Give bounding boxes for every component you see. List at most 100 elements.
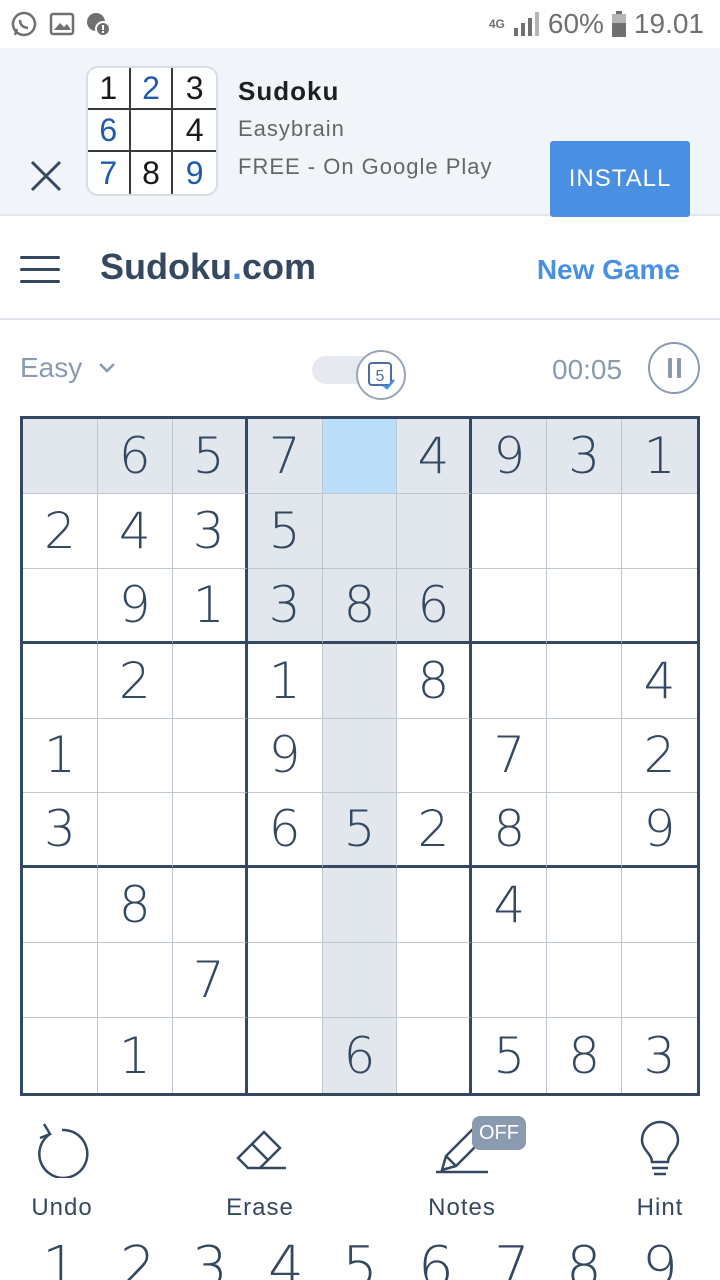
board-cell[interactable]: 7 (247, 419, 323, 494)
board-cell[interactable] (172, 868, 248, 944)
hamburger-menu-icon[interactable] (20, 256, 60, 284)
board-cell[interactable] (622, 569, 697, 644)
board-cell[interactable]: 8 (397, 643, 473, 719)
board-cell[interactable] (547, 868, 623, 944)
board-cell[interactable]: 5 (247, 493, 323, 569)
board-cell[interactable]: 4 (97, 493, 173, 569)
site-logo[interactable]: Sudoku.com (100, 246, 316, 288)
undo-button[interactable]: Undo (2, 1110, 122, 1230)
board-cell[interactable]: 2 (97, 643, 173, 719)
board-cell[interactable] (622, 943, 697, 1019)
board-cell[interactable]: 6 (322, 1018, 398, 1093)
board-cell[interactable]: 3 (622, 1018, 697, 1093)
board-cell[interactable]: 4 (472, 868, 548, 944)
board-cell[interactable]: 1 (23, 718, 98, 794)
board-cell[interactable] (23, 943, 98, 1019)
board-cell[interactable] (247, 868, 323, 944)
board-cell[interactable] (172, 718, 248, 794)
board-cell[interactable] (322, 868, 398, 944)
board-cell[interactable]: 3 (247, 568, 323, 644)
board-cell[interactable]: 8 (97, 868, 173, 944)
board-cell[interactable] (397, 868, 473, 944)
number-pad-key[interactable]: 3 (180, 1228, 240, 1280)
board-cell[interactable] (247, 943, 323, 1019)
number-pad-key[interactable]: 7 (482, 1228, 542, 1280)
board-cell[interactable] (472, 943, 548, 1019)
number-pad-key[interactable]: 5 (330, 1228, 390, 1280)
board-cell[interactable]: 9 (247, 718, 323, 794)
board-cell[interactable] (622, 494, 697, 569)
board-cell[interactable] (23, 1018, 98, 1093)
board-cell[interactable]: 1 (622, 419, 697, 494)
number-pad-key[interactable]: 6 (406, 1228, 466, 1280)
board-cell[interactable] (472, 493, 548, 569)
new-game-button[interactable]: New Game (537, 254, 680, 286)
board-cell[interactable] (23, 643, 98, 719)
board-cell[interactable] (547, 493, 623, 569)
board-cell[interactable] (172, 643, 248, 719)
board-cell[interactable]: 3 (547, 419, 623, 494)
board-cell[interactable] (622, 868, 697, 944)
board-cell[interactable]: 5 (472, 1018, 548, 1093)
board-cell[interactable]: 5 (172, 419, 248, 494)
board-cell[interactable]: 9 (97, 568, 173, 644)
board-cell[interactable] (547, 643, 623, 719)
board-cell[interactable] (397, 1018, 473, 1093)
board-cell[interactable]: 8 (547, 1018, 623, 1093)
board-cell[interactable]: 2 (397, 793, 473, 869)
board-cell[interactable]: 1 (172, 568, 248, 644)
board-cell[interactable] (397, 718, 473, 794)
pause-button[interactable] (648, 342, 700, 394)
board-cell[interactable] (248, 1018, 323, 1093)
board-cell[interactable] (97, 718, 173, 794)
number-pad-key[interactable]: 9 (630, 1228, 690, 1280)
board-cell[interactable]: 1 (98, 1018, 173, 1093)
board-cell[interactable] (397, 493, 473, 569)
board-cell[interactable]: 3 (23, 793, 98, 869)
install-button[interactable]: INSTALL (550, 141, 690, 217)
board-cell[interactable]: 8 (472, 793, 548, 869)
number-pad-key[interactable]: 4 (256, 1228, 316, 1280)
board-cell[interactable] (322, 493, 398, 569)
board-cell[interactable] (97, 793, 173, 869)
board-cell[interactable]: 9 (472, 419, 548, 494)
board-cell[interactable] (23, 419, 98, 494)
board-cell[interactable] (97, 943, 173, 1019)
board-cell[interactable] (322, 718, 398, 794)
board-cell[interactable] (547, 568, 623, 644)
number-pad-key[interactable]: 2 (108, 1228, 168, 1280)
board-cell[interactable] (547, 943, 623, 1019)
board-cell[interactable] (23, 868, 98, 944)
board-cell[interactable]: 8 (322, 568, 398, 644)
board-cell[interactable] (547, 718, 623, 794)
board-cell[interactable]: 3 (172, 493, 248, 569)
board-cell[interactable]: 7 (172, 943, 248, 1019)
board-cell[interactable] (173, 1018, 248, 1093)
erase-button[interactable]: Erase (200, 1110, 320, 1230)
board-cell[interactable]: 7 (472, 718, 548, 794)
board-cell[interactable] (322, 943, 398, 1019)
board-cell[interactable]: 6 (247, 793, 323, 869)
board-cell[interactable]: 4 (622, 644, 697, 719)
hint-button[interactable]: Hint (600, 1110, 720, 1230)
number-pad-key[interactable]: 1 (30, 1228, 90, 1280)
board-cell[interactable]: 4 (397, 419, 473, 494)
board-cell[interactable] (172, 793, 248, 869)
board-cell[interactable] (547, 793, 623, 869)
board-cell[interactable]: 1 (247, 643, 323, 719)
board-cell[interactable]: 6 (397, 568, 473, 644)
board-cell[interactable] (23, 568, 98, 644)
board-cell[interactable] (322, 643, 398, 719)
board-cell[interactable]: 6 (97, 419, 173, 494)
number-pad-key[interactable]: 8 (554, 1228, 614, 1280)
auto-check-badge[interactable]: 5 (356, 350, 406, 400)
board-cell[interactable] (397, 943, 473, 1019)
board-cell[interactable]: 2 (622, 719, 697, 794)
board-cell[interactable] (322, 419, 398, 494)
board-cell[interactable]: 2 (23, 493, 98, 569)
board-cell[interactable]: 9 (622, 793, 697, 869)
close-icon[interactable] (28, 158, 64, 194)
board-cell[interactable]: 5 (322, 793, 398, 869)
board-cell[interactable] (472, 643, 548, 719)
board-cell[interactable] (472, 568, 548, 644)
